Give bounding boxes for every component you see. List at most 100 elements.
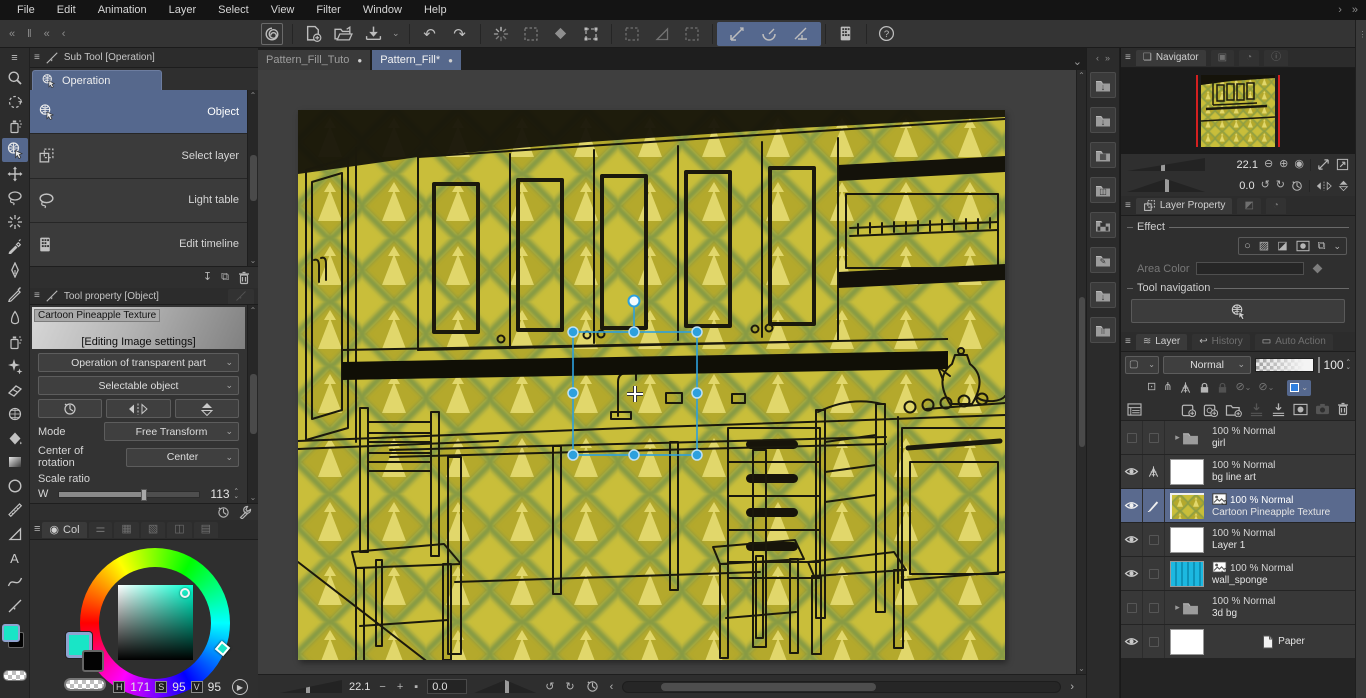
tool-operation[interactable] [1,138,28,162]
fill-icon[interactable] [550,23,572,45]
nav-zoom-in-icon[interactable]: ⊕ [1279,159,1288,170]
menu-select[interactable]: Select [207,1,260,19]
layer-row-3d-bg[interactable]: ▸ 100 % Normal 3d bg [1121,591,1355,624]
save-dropdown-icon[interactable]: ⌄ [392,28,400,39]
tool-brush[interactable] [2,306,28,330]
canvas-horizontal-scrollbar[interactable] [622,680,1062,693]
merge-down-icon[interactable] [1271,402,1286,417]
panel-menu-icon[interactable]: ≡ [34,524,40,535]
layer-row-cartoon-pineapple-texture[interactable]: 100 % Normal Cartoon Pineapple Texture [1121,489,1355,522]
zoom-slider[interactable] [280,680,342,693]
panel-menu-icon[interactable]: ≡ [1125,52,1131,63]
menu-window[interactable]: Window [352,1,413,19]
tab-animation-cel[interactable]: ◔ [1265,197,1286,214]
tool-eyedropper[interactable] [2,234,28,258]
nav-rotate-right-icon[interactable]: ↻ [1276,180,1285,191]
selection-border-icon[interactable] [681,23,703,45]
scale-ratio-slider[interactable] [58,488,200,501]
nav-fit-screen-icon[interactable] [1317,158,1330,171]
lock-transparent-icon[interactable] [1217,382,1228,394]
effect-reference-icon[interactable]: ⧉ [1318,240,1326,252]
main-color-swatch[interactable] [1,624,20,642]
tool-figure[interactable] [2,474,28,498]
subtool-scrollbar[interactable]: ⌃ ⌄ [247,90,258,266]
navigator-thumbnail[interactable] [1196,75,1280,147]
subtool-item-edit-timeline[interactable]: Edit timeline [30,222,247,266]
menu-file[interactable]: File [6,1,46,19]
folder-expand-icon[interactable]: ▸ [1175,432,1180,443]
transfer-down-icon[interactable] [1249,402,1264,417]
csp-logo-icon[interactable] [261,22,283,45]
clear-icon[interactable] [490,23,512,45]
lock-layer-icon[interactable] [1199,382,1210,394]
zoom-100-icon[interactable]: ▪ [412,681,420,693]
reset-rotation-icon[interactable] [584,680,601,693]
hue-cursor[interactable] [214,640,231,657]
clear-outside-icon[interactable] [520,23,542,45]
collapse-arrow-icon[interactable]: ‹ [62,28,66,40]
layer-row-girl[interactable]: ▸ 100 % Normal girl [1121,421,1355,454]
save-icon[interactable] [362,23,384,45]
tool-move-layer[interactable] [2,114,28,138]
scroll-right-icon[interactable]: › [1068,681,1076,693]
color-history-icon[interactable]: ▶ [232,679,248,695]
palette-color-dropdown[interactable]: ▢ ⌄ [1125,355,1159,374]
subtool-item-object[interactable]: Object [30,90,247,134]
tool-move[interactable] [2,162,28,186]
tool-blend[interactable] [2,402,28,426]
material-folder-all-icon[interactable]: ⠿ [1090,317,1116,343]
collapsed-dock-edge[interactable]: ⋮ [1355,20,1366,698]
menu-view[interactable]: View [260,1,306,19]
tab-navigator[interactable]: ❏ Navigator [1135,49,1206,66]
menu-edit[interactable]: Edit [46,1,87,19]
tool-ruler[interactable] [2,498,28,522]
panel-menu-icon[interactable]: ≡ [34,52,40,63]
material-folder-download1-icon[interactable]: ↓ [1090,72,1116,98]
tool-correct-line[interactable] [2,594,28,618]
doc-tab-active[interactable]: Pattern_Fill* ● [372,50,461,70]
material-folder-image-icon[interactable]: ▞▚ [1090,212,1116,238]
subtool-item-light-table[interactable]: Light table [30,178,247,222]
center-of-rotation-dropdown[interactable]: Center ⌄ [126,447,239,467]
tab-item-bank[interactable]: ◔ [1239,49,1260,66]
menu-layer[interactable]: Layer [158,1,208,19]
tool-rotate-canvas[interactable] [2,90,28,114]
tool-frame-border[interactable] [2,522,28,546]
tool-decoration[interactable] [2,354,28,378]
tab-history[interactable]: ↩ History [1192,333,1250,350]
nav-rotate-left-icon[interactable]: ↺ [1261,180,1270,191]
navigator-preview-area[interactable] [1121,68,1355,154]
tab-color-slider[interactable]: ⚌ [88,521,113,538]
invert-selection-icon[interactable] [651,23,673,45]
timeline-palette-icon[interactable] [835,23,857,45]
snap-special-ruler-icon[interactable] [758,23,780,45]
tool-property-scrollbar[interactable]: ⌃ ⌄ [247,305,258,503]
navigator-zoom-slider[interactable] [1127,158,1205,171]
material-folder-edit-icon[interactable]: ✎ [1090,247,1116,273]
sv-cursor[interactable] [180,588,190,598]
tab-layer-property[interactable]: Layer Property [1135,197,1233,214]
rotate-right-icon[interactable]: ↻ [563,680,576,693]
blend-mode-dropdown[interactable]: Normal ⌄ [1163,355,1251,374]
layer-thumbnail[interactable] [1170,458,1204,485]
collapse-left-icon[interactable]: « [9,28,15,40]
import-subtool-icon[interactable]: ↧ [203,272,212,283]
rotation-slider[interactable] [474,680,537,693]
reset-tool-icon[interactable] [217,506,230,519]
material-collapse-icon[interactable]: ‹ [1096,53,1099,63]
effect-tone-icon[interactable]: ▨ [1259,240,1269,252]
visibility-eye-icon[interactable] [1124,568,1139,579]
tab-layer-search[interactable]: ◩ [1237,197,1261,214]
background-color-swatch[interactable] [82,650,104,672]
scale-rotate-icon[interactable] [580,23,602,45]
help-icon[interactable] [876,23,898,45]
flip-horizontal-button[interactable] [106,399,171,418]
new-vector-layer-icon[interactable] [1203,402,1218,417]
material-folder-download2-icon[interactable]: ↓ [1090,107,1116,133]
nav-zoom-out-icon[interactable]: ⊖ [1264,159,1273,170]
tool-eraser[interactable] [2,378,28,402]
clip-below-icon[interactable]: ⊡ [1147,382,1156,393]
opacity-slider[interactable] [1255,357,1314,372]
visibility-toggle[interactable] [1126,432,1137,443]
opacity-stepper[interactable]: ⌃ ⌄ [1346,359,1351,371]
